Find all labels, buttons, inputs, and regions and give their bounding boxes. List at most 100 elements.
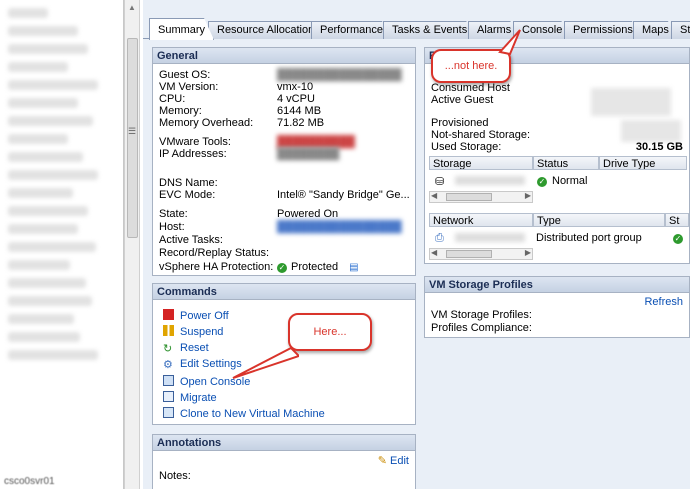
- storage-profiles-title: VM Storage Profiles: [425, 277, 689, 293]
- vm-version-label: VM Version:: [159, 81, 219, 93]
- datastore-icon: ⛁: [435, 176, 445, 188]
- tree-item[interactable]: [8, 26, 78, 36]
- tab-permissions[interactable]: Permissions: [564, 21, 642, 39]
- vm-storage-profiles-label: VM Storage Profiles:: [431, 309, 532, 321]
- reset-command[interactable]: ↻ Reset: [163, 342, 209, 355]
- ha-protection-text: Protected: [291, 261, 339, 273]
- tree-item[interactable]: [8, 62, 68, 72]
- clone-command[interactable]: Clone to New Virtual Machine: [163, 407, 325, 420]
- splitter-grip-icon[interactable]: ☰: [128, 126, 136, 137]
- vmware-tools-value-redacted: ██████████: [277, 136, 355, 148]
- datastore-name-redacted[interactable]: [455, 176, 525, 185]
- storage-status-cell: ✓ Normal: [537, 175, 587, 187]
- scroll-right-arrow-icon[interactable]: ▶: [525, 248, 531, 257]
- ha-protection-value: ✓ Protected ▤: [277, 261, 359, 273]
- scroll-thumb[interactable]: [127, 38, 138, 238]
- tree-item[interactable]: [8, 152, 83, 162]
- guest-os-label: Guest OS:: [159, 69, 211, 81]
- edit-settings-icon: ⚙: [163, 359, 173, 371]
- tree-item[interactable]: [8, 98, 78, 108]
- console-icon: [163, 375, 174, 386]
- storage-status-text: Normal: [552, 175, 588, 187]
- reset-icon: ↻: [163, 343, 173, 355]
- memory-value: 6144 MB: [277, 105, 322, 117]
- refresh-link[interactable]: Refresh: [644, 296, 683, 308]
- tab-tasks-events[interactable]: Tasks & Events: [383, 21, 476, 39]
- scroll-left-arrow-icon[interactable]: ◀: [431, 191, 437, 200]
- power-off-command[interactable]: Power Off: [163, 309, 229, 322]
- memory-label: Memory:: [159, 105, 202, 117]
- scroll-right-arrow-icon[interactable]: ▶: [525, 191, 531, 200]
- drive-type-column-header[interactable]: Drive Type: [599, 156, 687, 170]
- tree-item[interactable]: [8, 134, 68, 144]
- cpu-label: CPU:: [159, 93, 186, 105]
- clone-label: Clone to New Virtual Machine: [180, 408, 325, 420]
- suspend-icon: [163, 325, 174, 336]
- tab-resource-allocation[interactable]: Resource Allocation: [208, 21, 323, 39]
- type-column-header[interactable]: Type: [533, 213, 665, 227]
- state-label: State:: [159, 208, 188, 220]
- edit-label: Edit: [390, 455, 409, 467]
- suspend-command[interactable]: Suspend: [163, 325, 223, 338]
- tree-item[interactable]: [8, 8, 48, 18]
- storage-profiles-panel: VM Storage Profiles Refresh VM Storage P…: [424, 276, 690, 338]
- status-column-header[interactable]: Status: [533, 156, 599, 170]
- storage-column-header[interactable]: Storage: [429, 156, 533, 170]
- tree-item[interactable]: [8, 116, 93, 126]
- notes-label: Notes:: [159, 470, 191, 482]
- inventory-tree: csco0svr01: [0, 0, 124, 489]
- check-circle-icon: ✓: [537, 177, 547, 187]
- scroll-up-arrow-icon[interactable]: ▲: [128, 3, 136, 12]
- state-value: Powered On: [277, 208, 339, 220]
- active-tasks-label: Active Tasks:: [159, 234, 223, 246]
- scroll-left-arrow-icon[interactable]: ◀: [431, 248, 437, 257]
- comment-icon[interactable]: ▤: [349, 262, 358, 273]
- tab-summary[interactable]: Summary: [149, 18, 214, 40]
- tree-item[interactable]: [8, 314, 74, 324]
- tree-item[interactable]: [8, 296, 92, 306]
- tree-footer-item[interactable]: csco0svr01: [4, 476, 55, 487]
- storage-hscroll-thumb[interactable]: [446, 193, 492, 201]
- ip-addresses-value-redacted: ████████: [277, 148, 340, 160]
- vmware-tools-label: VMware Tools:: [159, 136, 231, 148]
- not-shared-storage-label: Not-shared Storage:: [431, 129, 531, 141]
- tree-item[interactable]: [8, 350, 98, 360]
- used-storage-value: 30.15 GB: [635, 141, 683, 153]
- network-hscroll[interactable]: ◀ ▶: [429, 248, 533, 260]
- migrate-command[interactable]: Migrate: [163, 391, 217, 404]
- vm-version-value: vmx-10: [277, 81, 314, 93]
- tree-item[interactable]: [8, 332, 80, 342]
- annotations-panel-title: Annotations: [153, 435, 415, 451]
- storage-values-redacted: [621, 120, 681, 142]
- guest-os-value-redacted: ████████████████: [277, 69, 402, 81]
- record-replay-label: Record/Replay Status:: [159, 247, 270, 259]
- tree-item[interactable]: [8, 206, 88, 216]
- network-status-column-header[interactable]: St: [665, 213, 689, 227]
- network-column-header[interactable]: Network: [429, 213, 533, 227]
- tree-item[interactable]: [8, 188, 73, 198]
- network-name-redacted[interactable]: [455, 233, 525, 242]
- general-panel-title: General: [153, 48, 415, 64]
- tab-storage-views[interactable]: Sto: [671, 21, 690, 39]
- migrate-label: Migrate: [180, 392, 217, 404]
- commands-panel-title: Commands: [153, 284, 415, 300]
- network-hscroll-thumb[interactable]: [446, 250, 492, 258]
- check-circle-icon: ✓: [673, 234, 683, 244]
- memory-overhead-value: 71.82 MB: [277, 117, 325, 129]
- host-label: Host:: [159, 221, 185, 233]
- tree-item[interactable]: [8, 242, 96, 252]
- tree-item[interactable]: [8, 170, 98, 180]
- tree-item[interactable]: [8, 278, 86, 288]
- tree-scrollbar[interactable]: ▲ ☰: [124, 0, 140, 489]
- tree-item[interactable]: [8, 80, 98, 90]
- tree-item[interactable]: [8, 260, 70, 270]
- vm-detail-pane: Summary Resource Allocation Performance …: [143, 0, 690, 489]
- evc-mode-value: Intel® "Sandy Bridge" Ge...: [277, 189, 410, 201]
- tree-item[interactable]: [8, 224, 78, 234]
- tree-item[interactable]: [8, 44, 88, 54]
- annotations-edit-link[interactable]: ✎ Edit: [378, 454, 409, 467]
- tab-performance[interactable]: Performance: [311, 21, 392, 39]
- memory-overhead-label: Memory Overhead:: [159, 117, 254, 129]
- host-value-redacted[interactable]: ████████████████: [277, 221, 402, 233]
- storage-hscroll[interactable]: ◀ ▶: [429, 191, 533, 203]
